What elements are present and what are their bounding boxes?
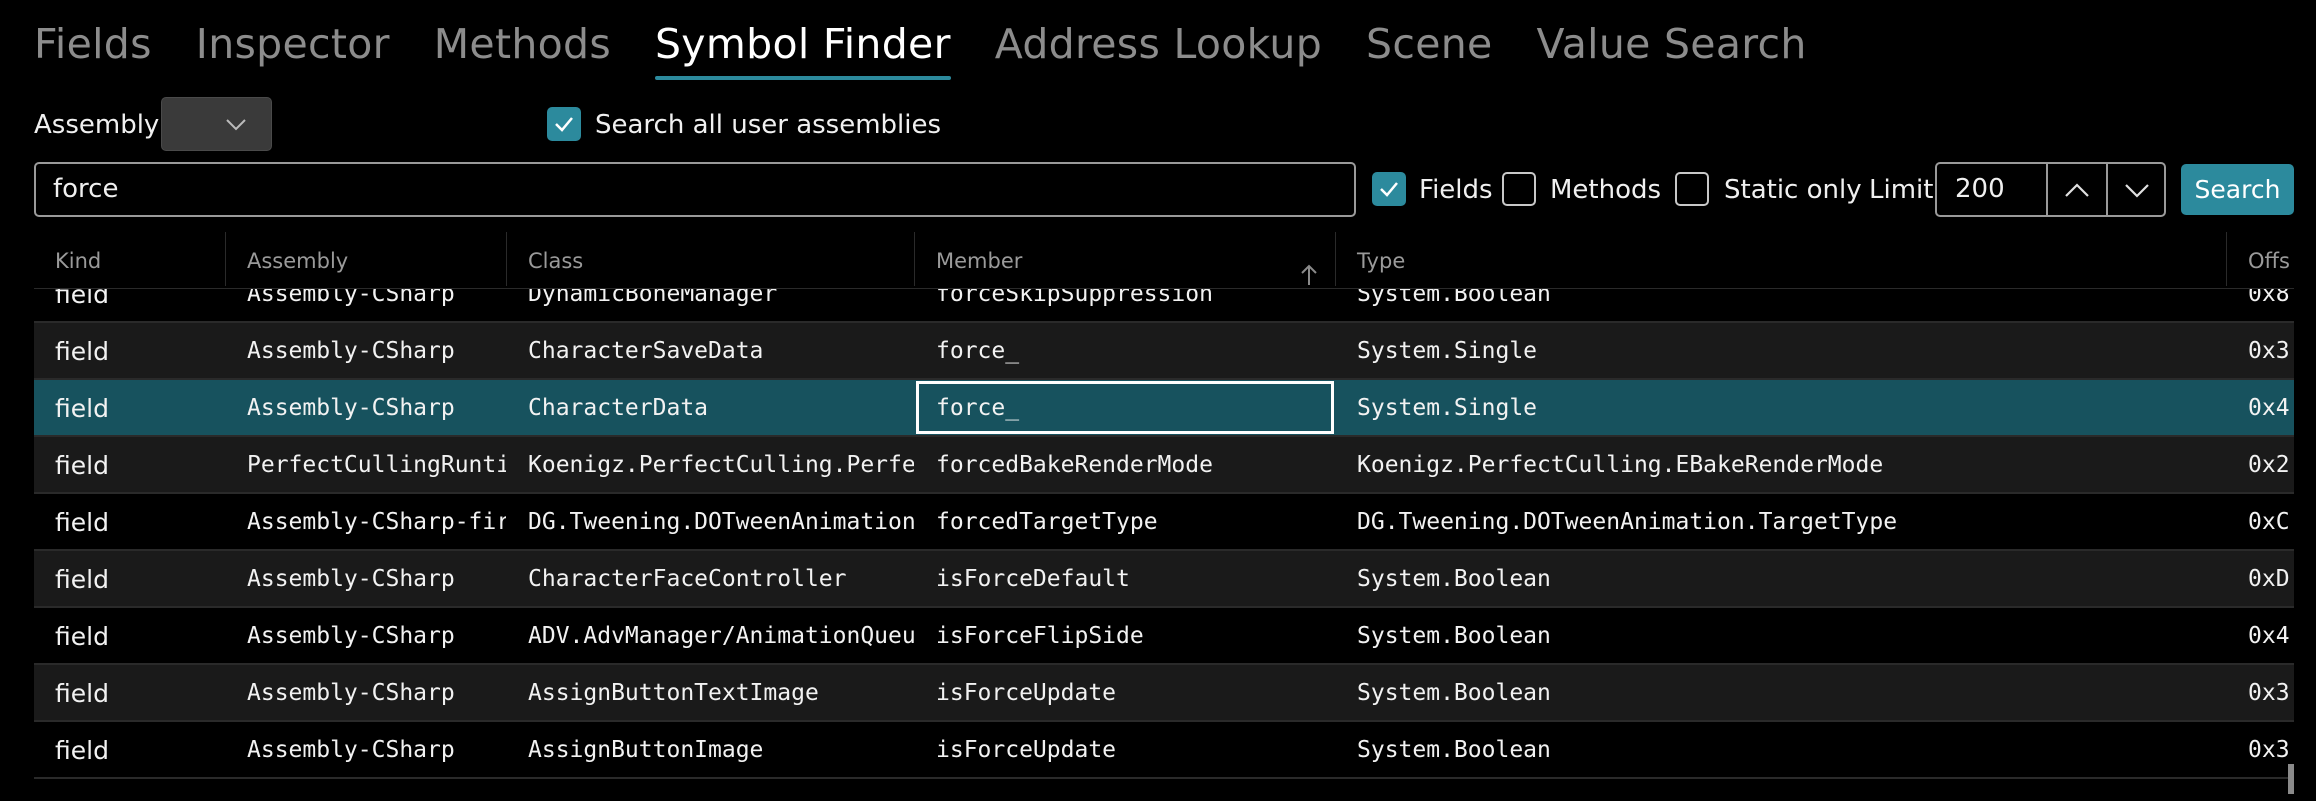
cell-type: Koenigz.PerfectCulling.EBakeRenderMode bbox=[1357, 452, 1884, 478]
cell-offset: 0x3 bbox=[2248, 737, 2290, 763]
tab-fields[interactable]: Fields bbox=[34, 14, 152, 74]
cell-type: System.Single bbox=[1357, 395, 1538, 421]
cell-offset: 0x4 bbox=[2248, 395, 2290, 421]
tab-scene[interactable]: Scene bbox=[1366, 14, 1493, 74]
cell-kind: field bbox=[55, 337, 109, 366]
cell-type: System.Boolean bbox=[1357, 737, 1551, 763]
cell-class: CharacterFaceController bbox=[528, 566, 847, 592]
checkmark-icon bbox=[1380, 182, 1398, 197]
cell-member: force_ bbox=[915, 380, 1335, 435]
cell-type: System.Boolean bbox=[1357, 623, 1551, 649]
cell-offset: 0x3 bbox=[2248, 680, 2290, 706]
column-header-member[interactable]: Member bbox=[915, 230, 1335, 288]
cell-offset: 0xC bbox=[2248, 509, 2290, 535]
cell-kind: field bbox=[55, 622, 109, 651]
chevron-down-icon bbox=[225, 112, 247, 140]
cell-type: DG.Tweening.DOTweenAnimation.TargetType bbox=[1357, 509, 1898, 535]
cell-assembly: PerfectCullingRuntime bbox=[247, 452, 506, 478]
cell-kind: field bbox=[55, 565, 109, 594]
column-header-kind[interactable]: Kind bbox=[34, 230, 225, 288]
fields-checkbox[interactable] bbox=[1372, 172, 1406, 206]
limit-increment-button[interactable] bbox=[2046, 164, 2106, 215]
cell-member: isForceUpdate bbox=[936, 680, 1117, 706]
table-row[interactable]: field PerfectCullingRuntime Koenigz.Perfec… bbox=[34, 437, 2294, 494]
tab-address-lookup[interactable]: Address Lookup bbox=[995, 14, 1322, 74]
search-all-checkbox[interactable] bbox=[547, 107, 581, 141]
fields-label: Fields bbox=[1419, 175, 1493, 205]
table-row[interactable]: field Assembly-CSharp-firstpass DG.Tweenin… bbox=[34, 494, 2294, 551]
limit-label: Limit bbox=[1869, 175, 1934, 205]
cell-class: AssignButtonImage bbox=[528, 737, 764, 763]
chevron-up-icon bbox=[2065, 182, 2089, 197]
cell-assembly: Assembly-CSharp-firstpass bbox=[247, 509, 506, 535]
cell-member: forcedBakeRenderMode bbox=[936, 452, 1213, 478]
cell-assembly: Assembly-CSharp bbox=[247, 680, 455, 706]
cell-assembly: Assembly-CSharp bbox=[247, 566, 455, 592]
tab-bar: Fields Inspector Methods Symbol Finder A… bbox=[34, 14, 1851, 84]
search-input[interactable]: force bbox=[34, 162, 1356, 217]
assembly-dropdown[interactable] bbox=[161, 97, 272, 151]
cell-kind: field bbox=[55, 394, 109, 423]
checkmark-icon bbox=[555, 117, 573, 132]
cell-class: CharacterSaveData bbox=[528, 338, 764, 364]
methods-label: Methods bbox=[1550, 175, 1662, 205]
table-row[interactable]: field Assembly-CSharp AssignButtonTextImag… bbox=[34, 665, 2294, 722]
methods-checkbox[interactable] bbox=[1502, 172, 1536, 206]
tab-value-search[interactable]: Value Search bbox=[1537, 14, 1807, 74]
cell-assembly: Assembly-CSharp bbox=[247, 338, 455, 364]
limit-stepper[interactable]: 200 bbox=[1935, 162, 2166, 217]
limit-decrement-button[interactable] bbox=[2106, 164, 2166, 215]
cell-assembly: Assembly-CSharp bbox=[247, 623, 455, 649]
cell-member: isForceFlipSide bbox=[936, 623, 1144, 649]
cell-kind: field bbox=[55, 451, 109, 480]
tab-methods[interactable]: Methods bbox=[434, 14, 611, 74]
results-table: fieldAssembly-CSharpVisConfigforceSingle… bbox=[34, 230, 2294, 801]
table-header: Kind Assembly Class Member Type Offs bbox=[34, 230, 2294, 289]
tab-inspector[interactable]: Inspector bbox=[196, 14, 390, 74]
cell-offset: 0xD bbox=[2248, 566, 2290, 592]
table-row-selected[interactable]: field Assembly-CSharp CharacterData force_ S… bbox=[34, 380, 2294, 437]
search-all-label: Search all user assemblies bbox=[595, 110, 942, 140]
static-only-checkbox[interactable] bbox=[1675, 172, 1709, 206]
sort-ascending-icon bbox=[1299, 249, 1319, 288]
cell-class: DG.Tweening.DOTweenAnimation bbox=[528, 509, 914, 535]
cell-assembly: Assembly-CSharp bbox=[247, 395, 455, 421]
assembly-row: Assembly Search all user assemblies bbox=[34, 97, 2294, 153]
cell-kind: field bbox=[55, 508, 109, 537]
cell-member: force_ bbox=[936, 338, 1020, 364]
static-only-label: Static only bbox=[1724, 175, 1862, 205]
cell-class: ADV.AdvManager/AnimationQueue bbox=[528, 623, 914, 649]
cell-type: System.Single bbox=[1357, 338, 1538, 364]
cell-member: forcedTargetType bbox=[936, 509, 1158, 535]
table-row[interactable]: field Assembly-CSharp AssignButtonImage isF… bbox=[34, 722, 2294, 779]
cell-member: isForceDefault bbox=[936, 566, 1130, 592]
vertical-scrollbar[interactable] bbox=[2288, 764, 2294, 794]
column-header-class[interactable]: Class bbox=[507, 230, 914, 288]
cell-offset: 0x3 bbox=[2248, 338, 2290, 364]
cell-offset: 0x4 bbox=[2248, 623, 2290, 649]
cell-assembly: Assembly-CSharp bbox=[247, 737, 455, 763]
cell-class: CharacterData bbox=[528, 395, 709, 421]
chevron-down-icon bbox=[2125, 183, 2149, 198]
column-header-type[interactable]: Type bbox=[1336, 230, 2216, 288]
cell-class: Koenigz.PerfectCulling.PerfectCulling bbox=[528, 452, 914, 478]
assembly-label: Assembly bbox=[34, 110, 160, 140]
table-row[interactable]: field Assembly-CSharp CharacterFaceControl… bbox=[34, 551, 2294, 608]
limit-input[interactable]: 200 bbox=[1955, 164, 2005, 215]
cell-class: AssignButtonTextImage bbox=[528, 680, 819, 706]
tab-symbol-finder[interactable]: Symbol Finder bbox=[654, 14, 951, 80]
cell-kind: field bbox=[55, 679, 109, 708]
cell-type: System.Boolean bbox=[1357, 566, 1551, 592]
search-button[interactable]: Search bbox=[2181, 164, 2294, 215]
cell-kind: field bbox=[55, 736, 109, 765]
column-header-assembly[interactable]: Assembly bbox=[226, 230, 506, 288]
cell-member: isForceUpdate bbox=[936, 737, 1117, 763]
cell-offset: 0x2 bbox=[2248, 452, 2290, 478]
column-header-member-label: Member bbox=[936, 249, 1023, 273]
cell-type: System.Boolean bbox=[1357, 680, 1551, 706]
table-row[interactable]: field Assembly-CSharp CharacterSaveData for… bbox=[34, 323, 2294, 380]
table-row[interactable]: field Assembly-CSharp ADV.AdvManager/Anima… bbox=[34, 608, 2294, 665]
search-row: force Fields Methods Static only Limit 2… bbox=[34, 162, 2294, 220]
column-header-offset[interactable]: Offs bbox=[2227, 230, 2294, 288]
